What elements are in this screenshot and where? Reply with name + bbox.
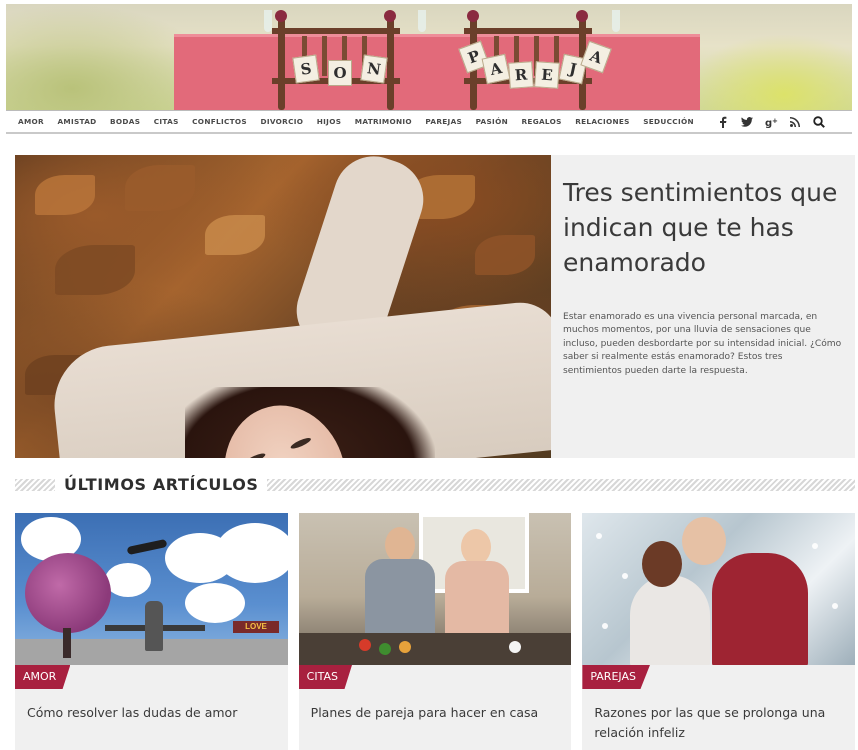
kitchen-counter [298,633,572,665]
vegetable [508,641,521,653]
cloud [185,583,245,623]
header-banner[interactable]: S O N P A R E J A [6,4,852,110]
eye [243,451,267,458]
social-links: g + [711,112,831,132]
glass-middle [418,10,426,32]
featured-article[interactable]: Tres sentimientos que indican que te has… [15,155,855,458]
nav-item-amistad[interactable]: AMISTAD [57,117,96,126]
woman [439,529,514,651]
category-badge[interactable]: AMOR [15,665,71,689]
google-plus-icon[interactable]: g + [759,112,783,132]
nav-item-conflictos[interactable]: CONFLICTOS [192,117,247,126]
nav-item-amor[interactable]: AMOR [18,117,44,126]
banner-flag-letter: R [508,61,534,89]
article-title[interactable]: Razones por las que se prolonga una rela… [594,703,843,743]
featured-description: Estar enamorado es una vivencia personal… [563,312,842,376]
svg-text:+: + [772,117,778,125]
article-image[interactable] [582,513,856,665]
vegetable [358,639,371,651]
nav-item-pasion[interactable]: PASIÓN [476,117,508,126]
article-title[interactable]: Cómo resolver las dudas de amor [27,703,276,723]
article-card[interactable]: CITAS Planes de pareja para hacer en cas… [298,513,572,750]
leaf [475,235,535,275]
rss-icon[interactable] [783,112,807,132]
leaf [125,165,195,211]
love-sign: LOVE [233,621,279,633]
man [359,527,439,649]
man-head [682,517,727,565]
nav-items: AMOR AMISTAD BODAS CITAS CONFLICTOS DIVO… [6,117,707,126]
featured-image[interactable] [15,155,551,458]
article-image[interactable]: LOVE [15,513,288,665]
banner-flag-letter: E [534,61,560,89]
heading-stripe [267,479,855,491]
twitter-icon[interactable] [735,112,759,132]
tree-trunk [63,628,71,658]
nav-item-citas[interactable]: CITAS [154,117,179,126]
article-cards: LOVE AMOR Cómo resolver las dudas de amo… [15,513,856,750]
nav-item-matrimonio[interactable]: MATRIMONIO [355,117,412,126]
nav-item-relaciones[interactable]: RELACIONES [575,117,630,126]
nav-item-parejas[interactable]: PAREJAS [425,117,462,126]
cloud [105,563,151,597]
section-title: ÚLTIMOS ARTÍCULOS [64,475,259,494]
heading-stripe [15,479,55,491]
airplane [126,538,168,556]
vegetable [378,643,391,655]
category-badge[interactable]: PAREJAS [582,665,650,689]
vegetable [398,641,411,653]
sad-figure [145,601,163,651]
glass-left [264,10,272,32]
featured-text: Tres sentimientos que indican que te has… [563,175,843,378]
leaf [205,215,265,255]
cloud [215,523,288,583]
glass-right [612,10,620,32]
eye [289,436,313,451]
latest-articles-heading: ÚLTIMOS ARTÍCULOS [15,473,855,497]
man [712,553,809,665]
tree [25,553,111,633]
category-badge[interactable]: CITAS [298,665,352,689]
nav-item-divorcio[interactable]: DIVORCIO [260,117,303,126]
search-icon[interactable] [807,112,831,132]
article-image[interactable] [298,513,572,665]
woman [630,575,711,665]
main-nav: AMOR AMISTAD BODAS CITAS CONFLICTOS DIVO… [6,110,852,134]
nav-item-seduccion[interactable]: SEDUCCIÓN [643,117,694,126]
facebook-icon[interactable] [711,112,735,132]
banner-table [174,34,700,110]
leaf [55,245,135,295]
banner-flag-letter: O [328,60,352,86]
banner-background-right [682,34,852,110]
banner-flag-letter: N [360,54,388,84]
leaf [35,175,95,215]
nav-item-regalos[interactable]: REGALOS [521,117,561,126]
featured-title[interactable]: Tres sentimientos que indican que te has… [563,175,843,280]
banner-flag-letter: A [481,53,511,85]
article-title[interactable]: Planes de pareja para hacer en casa [311,703,560,723]
article-card[interactable]: LOVE AMOR Cómo resolver las dudas de amo… [15,513,288,750]
banner-flag-letter: S [292,54,320,84]
article-card[interactable]: PAREJAS Razones por las que se prolonga … [582,513,856,750]
nav-item-hijos[interactable]: HIJOS [317,117,342,126]
nav-item-bodas[interactable]: BODAS [110,117,140,126]
